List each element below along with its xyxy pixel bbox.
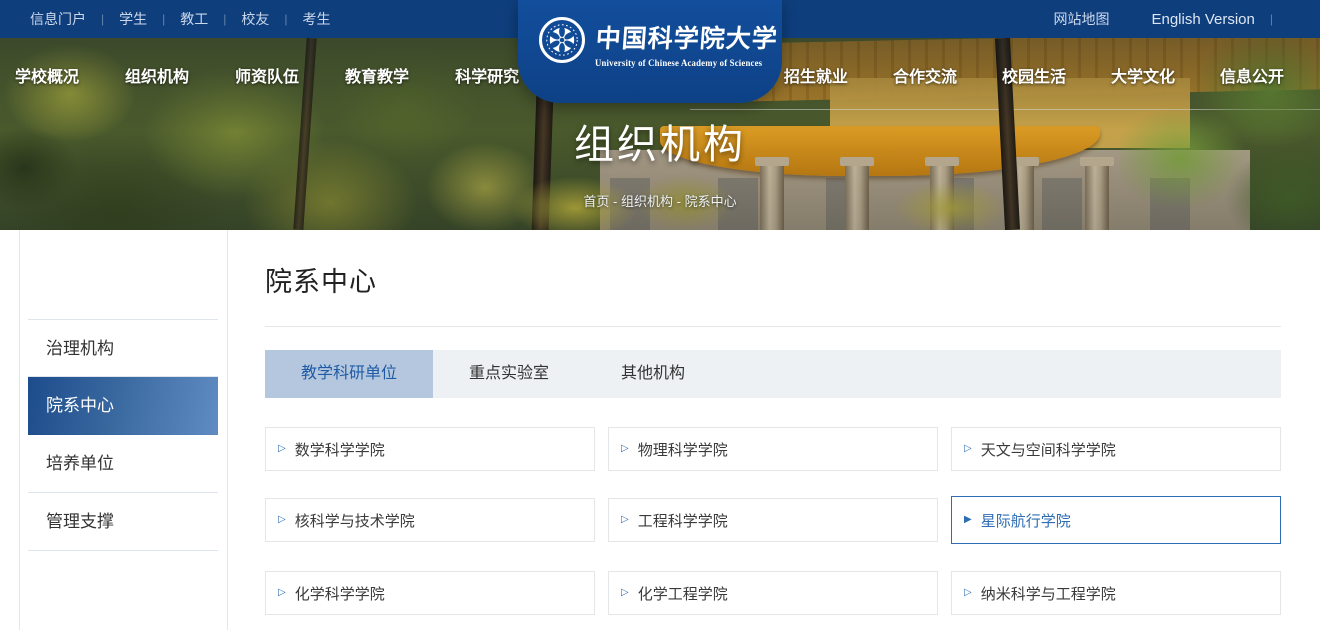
sidebar: 治理机构院系中心培养单位管理支撑 [19,230,228,630]
triangle-arrow-icon: ▷ [964,444,972,454]
separator: | [284,12,287,26]
sidebar-item-2[interactable]: 培养单位 [28,435,218,493]
main-panel: 院系中心 教学科研单位重点实验室其他机构 ▷ 数学科学学院 ▷ 物理科学学院 ▷ 天文与空… [265,230,1281,615]
divider [265,326,1281,327]
english-version-link[interactable]: English Version [1151,11,1254,28]
site-map-link[interactable]: 网站地图 [1053,9,1109,29]
utility-links-right: 网站地图 English Version | [1053,9,1288,29]
utility-links-left: 信息门户 | 学生 | 教工 | 校友 | 考生 [30,9,331,29]
main-nav-link-left-4[interactable]: 科学研究 [455,58,519,98]
page: 信息门户 | 学生 | 教工 | 校友 | 考生 网站地图 English Version | 学校… [0,0,1320,630]
utility-link-2[interactable]: 教工 [180,9,208,29]
triangle-arrow-icon: ▶ [964,515,972,525]
department-link[interactable]: ▷ 工程科学学院 [608,498,938,542]
utility-link-0[interactable]: 信息门户 [30,9,86,29]
department-label: 星际航行学院 [981,510,1071,531]
department-link[interactable]: ▷ 物理科学学院 [608,427,938,471]
utility-link-3[interactable]: 校友 [241,9,269,29]
tab-0[interactable]: 教学科研单位 [265,350,433,398]
ucas-emblem-icon [538,16,586,64]
main-nav-link-left-0[interactable]: 学校概况 [15,58,79,98]
department-label: 纳米科学与工程学院 [981,583,1116,604]
breadcrumb-item-0[interactable]: 首页 [583,194,609,209]
content-area: 治理机构院系中心培养单位管理支撑 院系中心 教学科研单位重点实验室其他机构 ▷数… [0,230,1320,630]
university-name-cn: 中国科学院大学 [595,19,780,55]
department-label: 化学工程学院 [638,583,728,604]
main-nav-link-left-2[interactable]: 师资队伍 [235,58,299,98]
main-nav-link-right-4[interactable]: 信息公开 [1220,58,1284,98]
department-label: 化学科学学院 [295,583,385,604]
triangle-arrow-icon: ▷ [278,515,286,525]
triangle-arrow-icon: ▷ [278,588,286,598]
university-name-en: University of Chinese Academy of Science… [595,58,762,68]
tab-2[interactable]: 其他机构 [585,350,721,398]
department-label: 数学科学学院 [295,439,385,460]
department-link[interactable]: ▷ 核科学与技术学院 [265,498,595,542]
sidebar-item-3[interactable]: 管理支撑 [28,493,218,551]
separator: | [162,12,165,26]
utility-link-4[interactable]: 考生 [303,9,331,29]
main-nav-link-right-0[interactable]: 招生就业 [784,58,848,98]
main-nav-left: 学校概况 组织机构 师资队伍 教育教学 科学研究 [15,58,519,98]
university-logo[interactable]: 中国科学院大学 University of Chinese Academy of… [518,0,782,103]
sidebar-item-1[interactable]: 院系中心 [28,377,218,435]
utility-link-1[interactable]: 学生 [119,9,147,29]
sidebar-item-0[interactable]: 治理机构 [28,319,218,377]
main-nav-link-left-1[interactable]: 组织机构 [125,58,189,98]
main-nav-link-left-3[interactable]: 教育教学 [345,58,409,98]
triangle-arrow-icon: ▷ [621,588,629,598]
triangle-arrow-icon: ▷ [621,515,629,525]
page-banner-title: 组织机构 [0,112,1320,170]
department-label: 工程科学学院 [638,510,728,531]
department-label: 天文与空间科学学院 [981,439,1116,460]
page-title: 院系中心 [265,260,1281,299]
main-nav-link-right-2[interactable]: 校园生活 [1002,58,1066,98]
triangle-arrow-icon: ▷ [964,588,972,598]
separator: | [223,12,226,26]
department-grid: ▷ 数学科学学院 ▷ 物理科学学院 ▷ 天文与空间科学学院 ▷ 核科学与技术学院 ▷ 工程科学学院… [265,427,1281,615]
department-link[interactable]: ▷ 纳米科学与工程学院 [951,571,1281,615]
breadcrumb: 首页 - 组织机构 - 院系中心 [0,191,1320,210]
main-nav-link-right-1[interactable]: 合作交流 [893,58,957,98]
separator: | [1270,12,1273,26]
department-label: 物理科学学院 [638,439,728,460]
department-link[interactable]: ▷ 天文与空间科学学院 [951,427,1281,471]
tab-bar: 教学科研单位重点实验室其他机构 [265,350,1281,398]
breadcrumb-item-2: 院系中心 [685,194,737,209]
department-link[interactable]: ▷ 化学工程学院 [608,571,938,615]
main-nav-right: 招生就业 合作交流 校园生活 大学文化 信息公开 [784,58,1284,98]
tab-1[interactable]: 重点实验室 [433,350,585,398]
main-nav-link-right-3[interactable]: 大学文化 [1111,58,1175,98]
department-link[interactable]: ▷ 数学科学学院 [265,427,595,471]
triangle-arrow-icon: ▷ [621,444,629,454]
breadcrumb-item-1[interactable]: 组织机构 [621,194,673,209]
triangle-arrow-icon: ▷ [278,444,286,454]
sidebar-nav: 治理机构院系中心培养单位管理支撑 [28,319,218,551]
separator: | [101,12,104,26]
department-link[interactable]: ▷ 化学科学学院 [265,571,595,615]
department-link-highlighted[interactable]: ▶ 星际航行学院 [951,496,1281,544]
department-label: 核科学与技术学院 [295,510,415,531]
